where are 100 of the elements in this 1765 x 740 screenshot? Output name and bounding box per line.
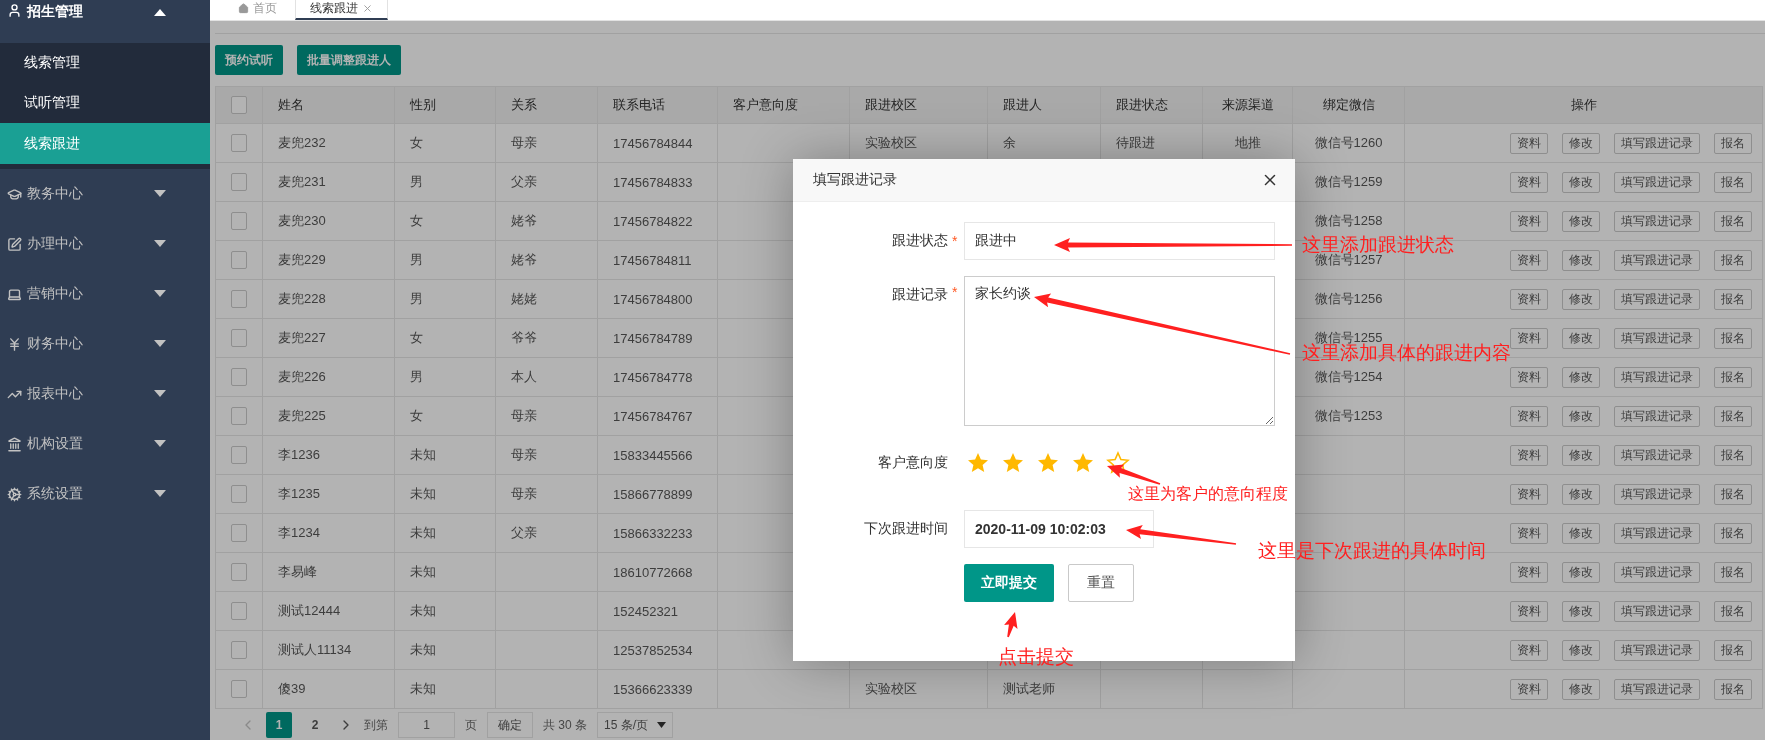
row-action-button[interactable]: 报名 (1714, 678, 1752, 700)
date-field[interactable]: 2020-11-09 10:02:03 (964, 510, 1154, 548)
row-action-button[interactable]: 报名 (1714, 561, 1752, 583)
row-action-button[interactable]: 资料 (1510, 171, 1548, 193)
text-area[interactable]: 家长约谈 (964, 276, 1275, 426)
row-action-button[interactable]: 报名 (1714, 600, 1752, 622)
row-action-button[interactable]: 修改 (1562, 639, 1600, 661)
checkbox[interactable] (231, 485, 247, 503)
row-action-button[interactable]: 报名 (1714, 522, 1752, 544)
checkbox[interactable] (231, 212, 247, 230)
submit-button[interactable]: 立即提交 (964, 564, 1054, 602)
row-action-button[interactable]: 填写跟进记录 (1614, 327, 1700, 349)
checkbox[interactable] (231, 251, 247, 269)
checkbox[interactable] (231, 524, 247, 542)
checkbox[interactable] (231, 407, 247, 425)
page-button[interactable]: 1 (266, 712, 292, 738)
checkbox[interactable] (231, 680, 247, 698)
row-action-button[interactable]: 资料 (1510, 639, 1548, 661)
confirm-button[interactable]: 确定 (487, 712, 533, 738)
row-action-button[interactable]: 报名 (1714, 171, 1752, 193)
row-action-button[interactable]: 填写跟进记录 (1614, 522, 1700, 544)
row-action-button[interactable]: 报名 (1714, 132, 1752, 154)
page-input[interactable]: 1 (398, 712, 455, 738)
row-action-button[interactable]: 报名 (1714, 444, 1752, 466)
row-action-button[interactable]: 修改 (1562, 288, 1600, 310)
row-action-button[interactable]: 资料 (1510, 327, 1548, 349)
row-action-button[interactable]: 修改 (1562, 171, 1600, 193)
row-action-button[interactable]: 资料 (1510, 483, 1548, 505)
row-action-button[interactable]: 资料 (1510, 366, 1548, 388)
row-action-button[interactable]: 报名 (1714, 288, 1752, 310)
sidebar-item[interactable]: 系统设置 (0, 469, 210, 519)
checkbox[interactable] (231, 173, 247, 191)
row-action-button[interactable]: 填写跟进记录 (1614, 210, 1700, 232)
sidebar-item[interactable]: 机构设置 (0, 419, 210, 469)
row-action-button[interactable]: 修改 (1562, 678, 1600, 700)
checkbox[interactable] (231, 368, 247, 386)
row-action-button[interactable]: 报名 (1714, 483, 1752, 505)
row-action-button[interactable]: 报名 (1714, 639, 1752, 661)
checkbox[interactable] (231, 329, 247, 347)
row-action-button[interactable]: 资料 (1510, 249, 1548, 271)
row-action-button[interactable]: 填写跟进记录 (1614, 288, 1700, 310)
row-action-button[interactable]: 填写跟进记录 (1614, 249, 1700, 271)
sidebar-subitem[interactable]: 线索管理 (0, 43, 210, 83)
reset-button[interactable]: 重置 (1068, 564, 1134, 602)
row-action-button[interactable]: 资料 (1510, 561, 1548, 583)
sidebar-item[interactable]: 财务中心 (0, 319, 210, 369)
row-action-button[interactable]: 资料 (1510, 444, 1548, 466)
row-action-button[interactable]: 报名 (1714, 405, 1752, 427)
row-action-button[interactable]: 修改 (1562, 366, 1600, 388)
page-button[interactable]: 2 (302, 712, 328, 738)
toolbar-button[interactable]: 批量调整跟进人 (297, 45, 401, 75)
toolbar-button[interactable]: 预约试听 (215, 45, 283, 75)
row-action-button[interactable]: 填写跟进记录 (1614, 561, 1700, 583)
checkbox[interactable] (231, 641, 247, 659)
row-action-button[interactable]: 填写跟进记录 (1614, 600, 1700, 622)
row-action-button[interactable]: 报名 (1714, 249, 1752, 271)
row-action-button[interactable]: 修改 (1562, 132, 1600, 154)
row-action-button[interactable]: 修改 (1562, 405, 1600, 427)
row-action-button[interactable]: 填写跟进记录 (1614, 366, 1700, 388)
sidebar-item[interactable]: 办理中心 (0, 219, 210, 269)
page-size-select[interactable]: 15 条/页 (597, 712, 673, 738)
row-action-button[interactable]: 资料 (1510, 678, 1548, 700)
checkbox[interactable] (231, 290, 247, 308)
row-action-button[interactable]: 填写跟进记录 (1614, 132, 1700, 154)
row-action-button[interactable]: 修改 (1562, 483, 1600, 505)
row-action-button[interactable]: 报名 (1714, 366, 1752, 388)
checkbox[interactable] (231, 602, 247, 620)
row-action-button[interactable]: 修改 (1562, 561, 1600, 583)
row-action-button[interactable]: 填写跟进记录 (1614, 171, 1700, 193)
row-action-button[interactable]: 填写跟进记录 (1614, 678, 1700, 700)
row-action-button[interactable]: 资料 (1510, 288, 1548, 310)
sidebar-subitem[interactable]: 线索跟进 (0, 123, 210, 164)
row-action-button[interactable]: 填写跟进记录 (1614, 405, 1700, 427)
sidebar-item[interactable]: 营销中心 (0, 269, 210, 319)
row-action-button[interactable]: 修改 (1562, 327, 1600, 349)
row-action-button[interactable]: 资料 (1510, 405, 1548, 427)
row-action-button[interactable]: 资料 (1510, 132, 1548, 154)
row-action-button[interactable]: 报名 (1714, 327, 1752, 349)
checkbox[interactable] (231, 563, 247, 581)
sidebar-item[interactable]: 报表中心 (0, 369, 210, 419)
row-action-button[interactable]: 修改 (1562, 444, 1600, 466)
sidebar-item[interactable]: 教务中心 (0, 169, 210, 219)
sidebar-item[interactable]: 招生管理 (0, 0, 210, 43)
sidebar-subitem[interactable]: 试听管理 (0, 83, 210, 123)
input-field[interactable]: 跟进中 (964, 222, 1275, 260)
row-action-button[interactable]: 填写跟进记录 (1614, 444, 1700, 466)
row-action-button[interactable]: 修改 (1562, 249, 1600, 271)
row-action-button[interactable]: 报名 (1714, 210, 1752, 232)
row-action-button[interactable]: 修改 (1562, 210, 1600, 232)
row-action-button[interactable]: 填写跟进记录 (1614, 483, 1700, 505)
checkbox[interactable] (231, 134, 247, 152)
checkbox[interactable] (231, 96, 247, 114)
row-action-button[interactable]: 修改 (1562, 600, 1600, 622)
row-action-button[interactable]: 修改 (1562, 522, 1600, 544)
row-action-button[interactable]: 填写跟进记录 (1614, 639, 1700, 661)
tab[interactable]: 线索跟进 (295, 0, 388, 20)
row-action-button[interactable]: 资料 (1510, 210, 1548, 232)
checkbox[interactable] (231, 446, 247, 464)
row-action-button[interactable]: 资料 (1510, 600, 1548, 622)
row-action-button[interactable]: 资料 (1510, 522, 1548, 544)
